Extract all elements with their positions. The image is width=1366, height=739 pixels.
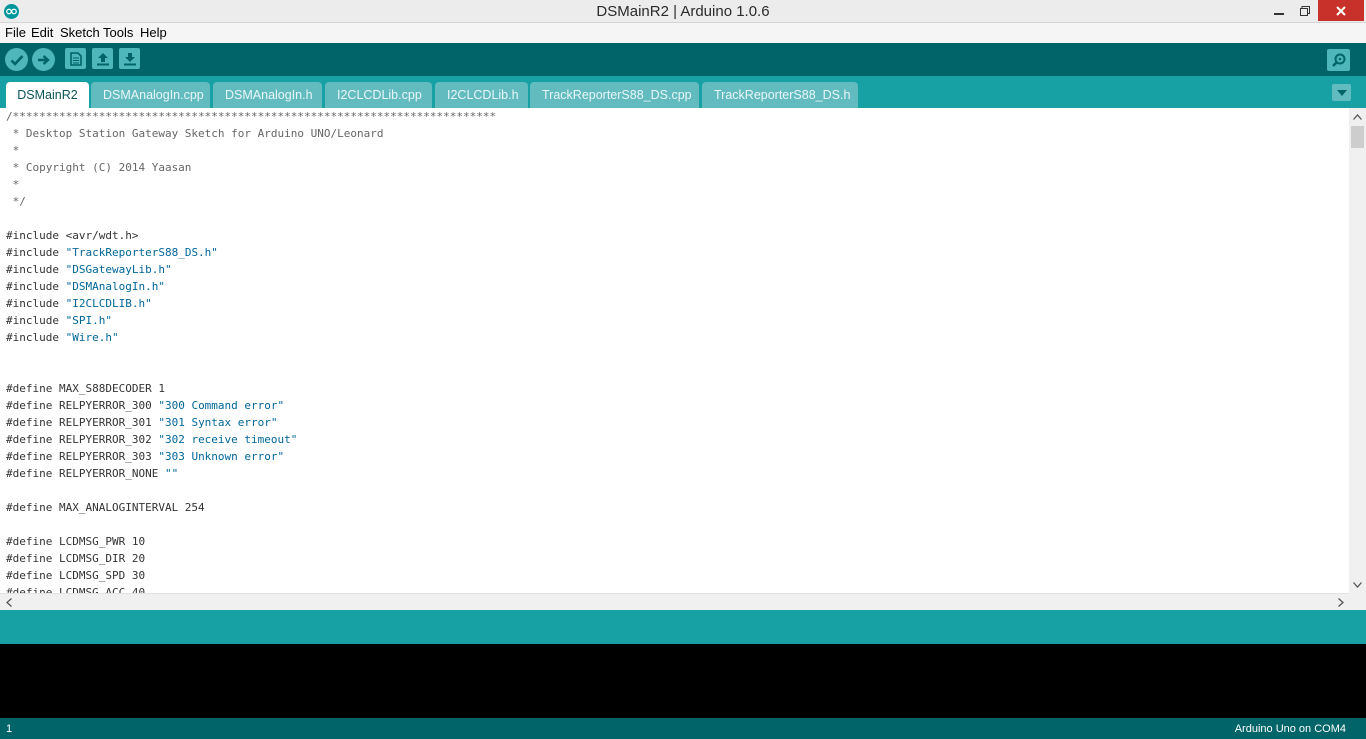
scrollbar-corner (1349, 593, 1366, 610)
tab-dsmainr2[interactable]: DSMainR2 (6, 82, 89, 108)
serial-monitor-icon (1331, 53, 1345, 67)
status-bar: 1 Arduino Uno on COM4 (0, 718, 1366, 739)
code-line: #define RELPYERROR_302 "302 receive time… (6, 433, 298, 446)
tab-trackreporters88-ds-cpp[interactable]: TrackReporterS88_DS.cpp (530, 82, 699, 108)
scroll-down-icon[interactable] (1349, 576, 1366, 593)
open-icon (96, 52, 109, 65)
verify-button[interactable] (5, 48, 28, 71)
code-line: #define LCDMSG_ACC 40 (6, 586, 146, 593)
toolbar (0, 43, 1366, 76)
code-line: #include "I2CLCDLIB.h" (6, 297, 152, 310)
code-line: #define MAX_S88DECODER 1 (6, 382, 165, 395)
menu-edit[interactable]: Edit (31, 25, 53, 40)
tabs-menu-button[interactable] (1332, 84, 1351, 101)
code-line: #define RELPYERROR_301 "301 Syntax error… (6, 416, 278, 429)
vertical-scrollbar[interactable] (1349, 108, 1366, 593)
vertical-scroll-thumb[interactable] (1351, 126, 1364, 148)
code-line: #include "DSGatewayLib.h" (6, 263, 172, 276)
menu-file[interactable]: File (5, 25, 26, 40)
close-button[interactable] (1318, 0, 1364, 21)
upload-icon (37, 54, 50, 65)
code-line: #define MAX_ANALOGINTERVAL 254 (6, 501, 205, 514)
code-text: /***************************************… (6, 108, 496, 593)
window-title: DSMainR2 | Arduino 1.0.6 (596, 3, 770, 20)
code-line: #define RELPYERROR_NONE "" (6, 467, 179, 480)
save-button[interactable] (119, 48, 140, 69)
code-line: #define RELPYERROR_303 "303 Unknown erro… (6, 450, 285, 463)
open-button[interactable] (92, 48, 113, 69)
code-line: #define LCDMSG_PWR 10 (6, 535, 146, 548)
tab-bar: DSMainR2 DSMAnalogIn.cpp DSMAnalogIn.h I… (0, 76, 1366, 108)
scroll-up-icon[interactable] (1349, 108, 1366, 125)
menu-tools[interactable]: Tools (103, 25, 133, 40)
new-button[interactable] (65, 48, 86, 69)
minimize-icon (1274, 12, 1284, 15)
code-line: * Copyright (C) 2014 Yaasan (6, 161, 192, 174)
code-line: #include "Wire.h" (6, 331, 119, 344)
code-editor[interactable]: /***************************************… (0, 108, 1349, 593)
code-line: #include "SPI.h" (6, 314, 112, 327)
tab-trackreporters88-ds-h[interactable]: TrackReporterS88_DS.h (702, 82, 858, 108)
code-line: #include "TrackReporterS88_DS.h" (6, 246, 218, 259)
code-line: #define LCDMSG_DIR 20 (6, 552, 146, 565)
title-bar: DSMainR2 | Arduino 1.0.6 (0, 0, 1366, 23)
console-output[interactable] (0, 644, 1366, 718)
upload-button[interactable] (32, 48, 55, 71)
menu-sketch[interactable]: Sketch (60, 25, 100, 40)
menu-help[interactable]: Help (140, 25, 167, 40)
status-line-number: 1 (6, 723, 13, 735)
code-line: #define LCDMSG_SPD 30 (6, 569, 146, 582)
verify-icon (10, 54, 23, 66)
code-line: #include <avr/wdt.h> (6, 229, 139, 242)
tab-i2clcdlib-cpp[interactable]: I2CLCDLib.cpp (325, 82, 432, 108)
restore-icon (1300, 5, 1310, 16)
menu-bar: File Edit Sketch Tools Help (0, 23, 1366, 43)
scroll-left-icon[interactable] (0, 594, 17, 611)
chevron-down-icon (1336, 89, 1347, 96)
tab-i2clcdlib-h[interactable]: I2CLCDLib.h (435, 82, 528, 108)
new-icon (69, 51, 82, 66)
code-line: #include "DSMAnalogIn.h" (6, 280, 165, 293)
tab-dsmanalogin-h[interactable]: DSMAnalogIn.h (213, 82, 322, 108)
close-icon (1336, 5, 1346, 16)
tab-dsmanalogin-cpp[interactable]: DSMAnalogIn.cpp (91, 82, 210, 108)
code-line: */ (6, 195, 26, 208)
code-line: #define RELPYERROR_300 "300 Command erro… (6, 399, 285, 412)
status-board-port: Arduino Uno on COM4 (1234, 723, 1346, 735)
save-icon (123, 52, 136, 65)
horizontal-scrollbar[interactable] (0, 593, 1349, 610)
maximize-button[interactable] (1290, 0, 1320, 21)
message-area (0, 610, 1366, 644)
code-line: /***************************************… (6, 110, 497, 123)
scroll-right-icon[interactable] (1332, 594, 1349, 611)
serial-monitor-button[interactable] (1327, 49, 1350, 71)
code-line: * Desktop Station Gateway Sketch for Ard… (6, 127, 384, 140)
code-line: * (6, 178, 20, 191)
code-line: * (6, 144, 20, 157)
